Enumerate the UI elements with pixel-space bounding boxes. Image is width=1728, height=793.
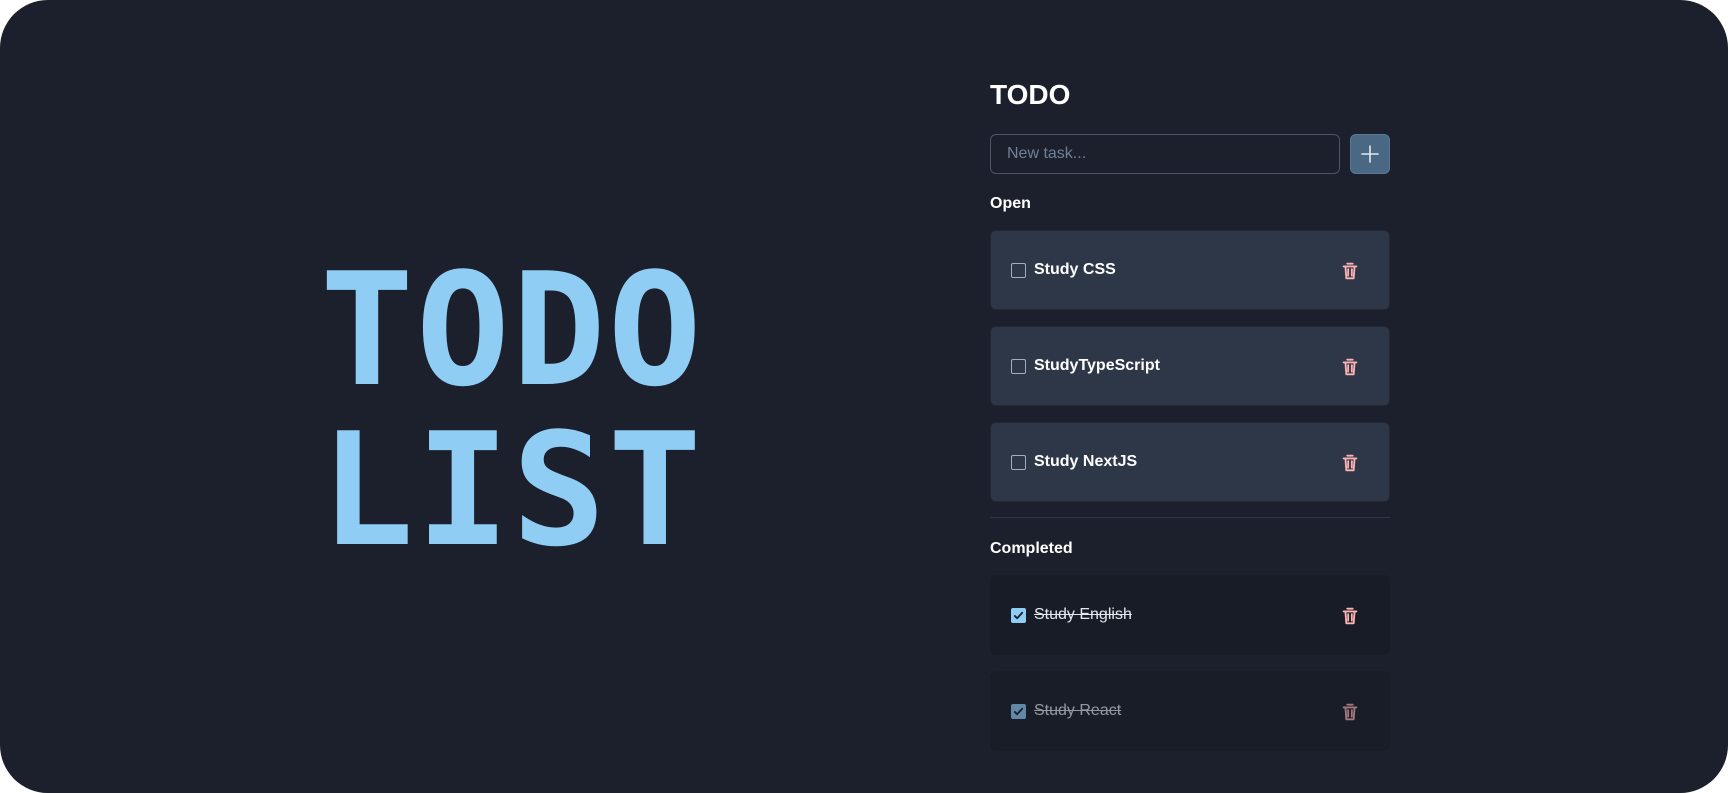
completed-section-heading: Completed — [990, 540, 1073, 557]
checkmark-icon — [1013, 611, 1024, 620]
delete-task-button[interactable] — [1339, 260, 1361, 282]
task-label: StudyTypeScript — [1034, 357, 1160, 374]
trash-icon — [1342, 262, 1358, 280]
trash-icon — [1342, 454, 1358, 472]
task-checkbox[interactable] — [1011, 704, 1026, 719]
task-checkbox[interactable] — [1011, 608, 1026, 623]
completed-task-item-1: Study React — [990, 671, 1390, 751]
task-label: Study React — [1034, 702, 1122, 719]
add-task-form — [990, 134, 1390, 174]
task-checkbox[interactable] — [1011, 455, 1026, 470]
add-task-button[interactable] — [1350, 134, 1390, 174]
task-label: Study NextJS — [1034, 453, 1138, 470]
delete-task-button[interactable] — [1339, 356, 1361, 378]
section-divider — [990, 517, 1390, 518]
page-title: TODO — [990, 79, 1071, 110]
trash-icon — [1342, 607, 1358, 625]
open-task-item-0: Study CSS — [990, 230, 1390, 310]
task-label: Study English — [1034, 606, 1132, 623]
open-task-item-2: Study NextJS — [990, 422, 1390, 502]
app-window: TODO LIST TODO Open Study CSS — [0, 0, 1728, 793]
checkmark-icon — [1013, 707, 1024, 716]
todo-panel: TODO Open Study CSS StudyTypeScript — [990, 75, 1390, 765]
task-checkbox[interactable] — [1011, 359, 1026, 374]
task-checkbox[interactable] — [1011, 263, 1026, 278]
trash-icon — [1342, 358, 1358, 376]
new-task-input[interactable] — [990, 134, 1340, 174]
task-label: Study CSS — [1034, 261, 1116, 278]
trash-icon — [1342, 703, 1358, 721]
delete-task-button[interactable] — [1339, 452, 1361, 474]
open-section-heading: Open — [990, 195, 1031, 212]
hero-line-todo: TODO — [320, 239, 704, 421]
open-task-item-1: StudyTypeScript — [990, 326, 1390, 406]
completed-task-item-0: Study English — [990, 575, 1390, 655]
hero-line-list: LIST — [320, 399, 704, 581]
plus-icon — [1361, 145, 1379, 163]
delete-task-button[interactable] — [1339, 701, 1361, 723]
hero-title: TODO LIST — [320, 250, 740, 570]
delete-task-button[interactable] — [1339, 605, 1361, 627]
